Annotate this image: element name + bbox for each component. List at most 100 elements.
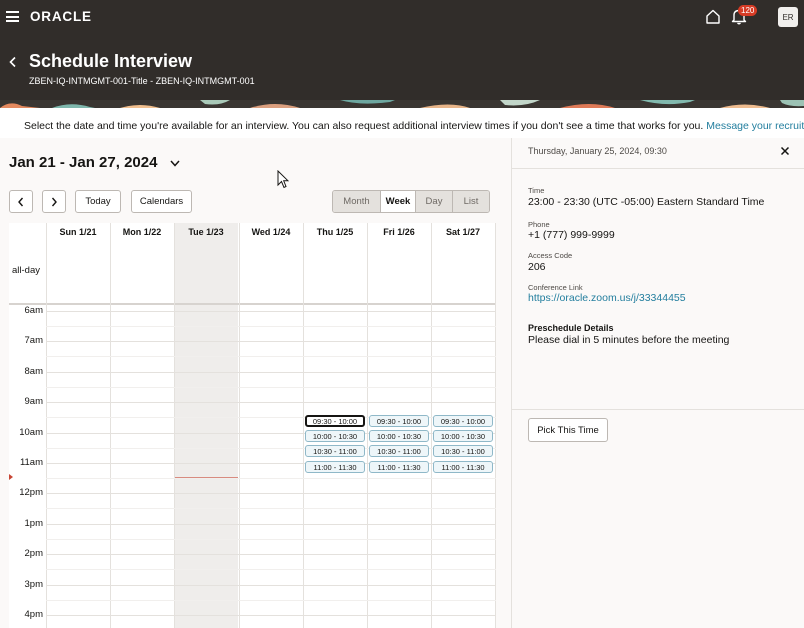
time-slot[interactable]: 10:30 - 11:00 (369, 445, 429, 457)
hour-gridline (46, 493, 496, 494)
day-column-divider (46, 223, 47, 628)
oracle-logo[interactable]: ORACLE (30, 9, 92, 24)
user-avatar[interactable]: ER (778, 7, 798, 27)
hour-gridline (46, 615, 496, 616)
time-slot[interactable]: 09:30 - 10:00 (433, 415, 493, 427)
all-day-separator (9, 303, 496, 305)
day-header: Sun 1/21 (59, 226, 97, 237)
details-divider (512, 168, 804, 169)
day-header: Fri 1/26 (383, 226, 415, 237)
today-button[interactable]: Today (75, 190, 121, 213)
day-column-divider (174, 223, 175, 628)
time-slot[interactable]: 10:30 - 11:00 (305, 445, 365, 457)
notification-count-badge: 120 (738, 5, 758, 16)
calendars-button[interactable]: Calendars (131, 190, 192, 213)
pick-this-time-button[interactable]: Pick This Time (528, 418, 608, 442)
next-week-button[interactable] (42, 190, 66, 213)
view-week-button[interactable]: Week (381, 191, 416, 212)
phone-label: Phone (528, 220, 550, 229)
hour-gridline (46, 524, 496, 525)
menu-icon[interactable] (6, 11, 19, 22)
time-slot[interactable]: 11:00 - 11:30 (369, 461, 429, 473)
time-label: Time (528, 186, 545, 195)
previous-week-button[interactable] (9, 190, 33, 213)
phone-value: +1 (777) 999-9999 (528, 229, 615, 241)
half-hour-gridline (46, 508, 496, 509)
time-slot[interactable]: 10:00 - 10:30 (369, 430, 429, 442)
half-hour-gridline (46, 478, 496, 479)
day-column-divider (367, 223, 368, 628)
hour-gridline (46, 341, 496, 342)
view-list-button[interactable]: List (453, 191, 489, 212)
time-slot[interactable]: 10:30 - 11:00 (433, 445, 493, 457)
hour-label: 3pm (24, 579, 43, 590)
close-icon[interactable] (780, 146, 790, 156)
global-header: ORACLE 120 ER (0, 0, 804, 34)
access-code-value: 206 (528, 261, 546, 273)
hour-label: 2pm (24, 548, 43, 559)
time-slot[interactable]: 11:00 - 11:30 (433, 461, 493, 473)
conference-link[interactable]: https://oracle.zoom.us/j/33344455 (528, 292, 686, 304)
all-day-label: all-day (12, 265, 40, 276)
hour-label: 9am (24, 396, 43, 407)
preschedule-details-label: Preschedule Details (528, 323, 614, 333)
decorative-banner (0, 100, 804, 108)
day-header: Mon 1/22 (122, 226, 162, 237)
chevron-down-icon[interactable] (170, 160, 180, 167)
day-column-divider (431, 223, 432, 628)
page-title: Schedule Interview (29, 51, 193, 71)
day-header: Thu 1/25 (316, 226, 354, 237)
time-slot[interactable]: 11:00 - 11:30 (305, 461, 365, 473)
week-grid: all-day Sun 1/21 Mon 1/22 Tue 1/23 Wed 1/24… (9, 223, 496, 628)
home-icon[interactable] (705, 9, 721, 24)
time-slot[interactable]: 10:00 - 10:30 (433, 430, 493, 442)
half-hour-gridline (46, 569, 496, 570)
hour-gridline (46, 554, 496, 555)
chevron-right-icon (51, 197, 57, 206)
hour-label: 7am (24, 335, 43, 346)
hour-label: 8am (24, 366, 43, 377)
time-slot[interactable]: 10:00 - 10:30 (305, 430, 365, 442)
day-header: Wed 1/24 (251, 226, 291, 237)
back-chevron-icon[interactable] (8, 56, 18, 68)
time-value: 23:00 - 23:30 (UTC -05:00) Eastern Stand… (528, 196, 765, 208)
chevron-left-icon (18, 197, 24, 206)
half-hour-gridline (46, 539, 496, 540)
action-divider (512, 409, 804, 410)
calendar-panel: Jan 21 - Jan 27, 2024 Today Calendars Mo… (0, 138, 511, 628)
hour-label: 6am (24, 305, 43, 316)
hour-gridline (46, 402, 496, 403)
hour-gridline (46, 585, 496, 586)
instructions-text: Select the date and time you're availabl… (24, 120, 804, 132)
view-day-button[interactable]: Day (416, 191, 453, 212)
view-month-button[interactable]: Month (333, 191, 381, 212)
access-code-label: Access Code (528, 251, 573, 260)
hour-label: 11am (19, 457, 43, 468)
day-column-divider (239, 223, 240, 628)
page-header: Schedule Interview ZBEN-IQ-INTMGMT-001-T… (0, 34, 804, 100)
hour-gridline (46, 311, 496, 312)
preschedule-details-value: Please dial in 5 minutes before the meet… (528, 334, 730, 346)
instructions-body: Select the date and time you're availabl… (24, 120, 707, 132)
half-hour-gridline (46, 600, 496, 601)
time-slot[interactable]: 09:30 - 10:00 (369, 415, 429, 427)
day-column-divider (303, 223, 304, 628)
half-hour-gridline (46, 326, 496, 327)
page-subtitle: ZBEN-IQ-INTMGMT-001-Title - ZBEN-IQ-INTM… (29, 76, 255, 86)
view-switcher: Month Week Day List (332, 190, 490, 213)
time-slot[interactable]: 09:30 - 10:00 (305, 415, 365, 427)
hour-label: 1pm (24, 518, 43, 529)
half-hour-gridline (46, 387, 496, 388)
current-time-marker (9, 474, 13, 480)
day-header: Sat 1/27 (445, 226, 481, 237)
slot-details-panel: Thursday, January 25, 2024, 09:30 Time 2… (511, 138, 804, 628)
half-hour-gridline (46, 356, 496, 357)
message-recruiter-link[interactable]: Message your recruiter (706, 120, 804, 132)
hour-label: 4pm (24, 609, 43, 620)
selected-slot-datetime: Thursday, January 25, 2024, 09:30 (528, 146, 667, 156)
day-header: Tue 1/23 (188, 226, 224, 237)
date-range-title[interactable]: Jan 21 - Jan 27, 2024 (9, 154, 157, 171)
today-column-highlight (174, 223, 238, 628)
conference-link-label: Conference Link (528, 283, 583, 292)
hour-gridline (46, 372, 496, 373)
